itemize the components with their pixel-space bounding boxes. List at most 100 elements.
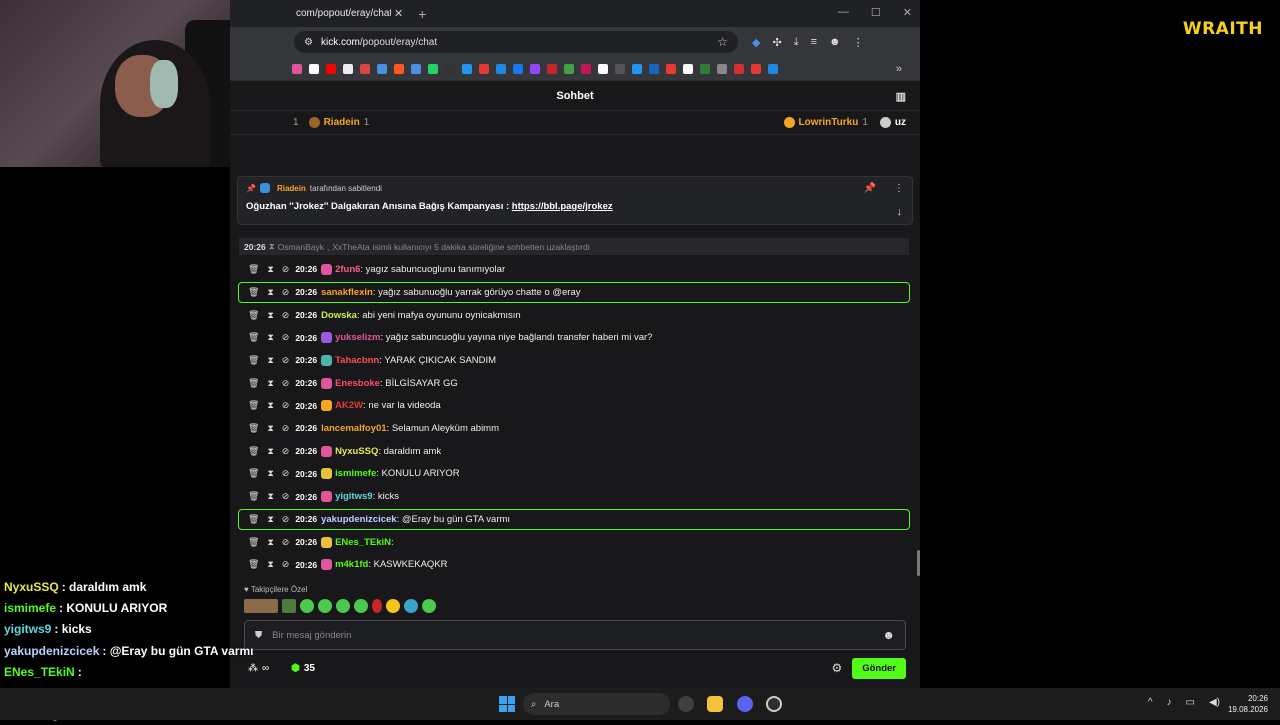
delete-icon[interactable]: 🗑 (248, 310, 259, 321)
unpin-icon[interactable]: 📌 (864, 183, 876, 194)
bookmark-icon[interactable] (479, 63, 489, 74)
leaderboard-entry[interactable]: Riadein 1 (308, 117, 369, 128)
delete-icon[interactable]: 🗑 (248, 332, 259, 343)
tab-close-icon[interactable]: ✕ (394, 7, 403, 20)
bookmark-icon[interactable] (615, 63, 625, 74)
gmail-icon[interactable] (360, 63, 370, 74)
bookmark-icon[interactable] (768, 63, 778, 74)
bookmark-icon[interactable] (581, 63, 591, 74)
timeout-icon[interactable]: ⧗ (267, 264, 273, 275)
media-icon[interactable]: ≡ (811, 36, 817, 49)
bookmark-icon[interactable] (445, 63, 455, 74)
chat-input[interactable]: ⛊ Bir mesaj gönderin ☻ (244, 620, 906, 650)
bookmark-icon[interactable] (496, 63, 506, 74)
bookmark-icon[interactable] (377, 63, 387, 74)
ban-icon[interactable]: ⊘ (282, 514, 290, 525)
emote[interactable] (372, 599, 382, 613)
tab-title[interactable]: com/popout/eray/chat (296, 8, 391, 19)
download-icon[interactable]: ⤓ (794, 36, 799, 49)
ban-icon[interactable]: ⊘ (282, 355, 290, 366)
timeout-icon[interactable]: ⧗ (267, 287, 273, 298)
emote[interactable] (386, 599, 400, 613)
notice-user[interactable]: OsmanBayk (278, 242, 324, 252)
message-username[interactable]: Dowska (321, 310, 357, 321)
leaderboard-icon[interactable]: ▥ (896, 90, 906, 103)
pinned-menu-icon[interactable]: ⋮ (894, 183, 904, 194)
message-username[interactable]: yigitws9 (335, 491, 373, 502)
emote[interactable] (318, 599, 332, 613)
timeout-icon[interactable]: ⧗ (267, 468, 273, 479)
app-icon[interactable] (766, 696, 782, 712)
bookmark-star-icon[interactable]: ☆ (717, 35, 728, 49)
menu-icon[interactable]: ⋮ (853, 36, 864, 49)
bookmark-icon[interactable] (462, 63, 472, 74)
message-username[interactable]: ENes_TEkiN (335, 537, 391, 548)
ban-icon[interactable]: ⊘ (282, 264, 290, 275)
new-tab-icon[interactable]: + (418, 6, 426, 22)
bookmark-icon[interactable] (649, 63, 659, 74)
google-icon[interactable] (343, 63, 353, 74)
message-username[interactable]: 2fun6 (335, 264, 360, 275)
timeout-icon[interactable]: ⧗ (267, 446, 273, 457)
ban-icon[interactable]: ⊘ (282, 446, 290, 457)
message-username[interactable]: yakupdenizcicek (321, 514, 397, 525)
timeout-icon[interactable]: ⧗ (267, 400, 273, 411)
delete-icon[interactable]: 🗑 (248, 537, 259, 548)
delete-icon[interactable]: 🗑 (248, 400, 259, 411)
emote[interactable] (404, 599, 418, 613)
timeout-icon[interactable]: ⧗ (267, 537, 273, 548)
emote[interactable] (354, 599, 368, 613)
message-username[interactable]: sanakflexin (321, 287, 373, 298)
emote[interactable] (336, 599, 350, 613)
bookmark-icon[interactable] (751, 63, 761, 74)
timeout-icon[interactable]: ⧗ (267, 310, 273, 321)
windows-start-icon[interactable] (499, 696, 515, 712)
delete-icon[interactable]: 🗑 (248, 446, 259, 457)
timeout-icon[interactable]: ⧗ (267, 559, 273, 570)
points-display[interactable]: ⬢ 35 (291, 663, 315, 674)
bookmark-icon[interactable] (683, 63, 693, 74)
timeout-icon[interactable]: ⧗ (267, 423, 273, 434)
message-username[interactable]: ismimefe (335, 468, 376, 479)
ban-icon[interactable]: ⊘ (282, 537, 290, 548)
delete-icon[interactable]: 🗑 (248, 378, 259, 389)
ban-icon[interactable]: ⊘ (282, 287, 290, 298)
emoji-picker-icon[interactable]: ☻ (882, 628, 895, 642)
extension-icon[interactable]: ◆ (752, 36, 760, 49)
delete-icon[interactable]: 🗑 (248, 355, 259, 366)
leaderboard-entry[interactable]: LowrinTurku 1 (783, 117, 868, 128)
ban-icon[interactable]: ⊘ (282, 423, 290, 434)
pinned-by-user[interactable]: Riadein (277, 184, 306, 193)
chrome-icon[interactable] (678, 696, 694, 712)
message-username[interactable]: m4k1fd (335, 559, 368, 570)
ban-icon[interactable]: ⊘ (282, 310, 290, 321)
timeout-icon[interactable]: ⧗ (267, 491, 273, 502)
site-info-icon[interactable]: ⚙ (304, 37, 313, 48)
bookmark-icon[interactable] (734, 63, 744, 74)
message-username[interactable]: Tahacbnn (335, 355, 379, 366)
puzzle-icon[interactable]: ✣ (772, 36, 781, 49)
bookmark-icon[interactable] (666, 63, 676, 74)
timeout-icon[interactable]: ⧗ (267, 355, 273, 366)
delete-icon[interactable]: 🗑 (248, 264, 259, 275)
timeout-icon[interactable]: ⧗ (267, 332, 273, 343)
x-icon[interactable] (309, 63, 319, 74)
taskbar-search[interactable]: ⌕ Ara (523, 693, 670, 715)
bookmark-icon[interactable] (564, 63, 574, 74)
profile-icon[interactable]: ☻ (829, 36, 841, 49)
delete-icon[interactable]: 🗑 (248, 423, 259, 434)
delete-icon[interactable]: 🗑 (248, 468, 259, 479)
ban-icon[interactable]: ⊘ (282, 491, 290, 502)
discord-icon[interactable] (737, 696, 753, 712)
maximize-icon[interactable]: ☐ (871, 6, 881, 19)
send-button[interactable]: Gönder (852, 657, 906, 679)
delete-icon[interactable]: 🗑 (248, 559, 259, 570)
bookmark-icon[interactable] (598, 63, 608, 74)
bookmark-icon[interactable] (547, 63, 557, 74)
display-icon[interactable]: ▭ (1186, 697, 1195, 708)
facebook-icon[interactable] (513, 63, 523, 74)
close-window-icon[interactable]: ✕ (903, 6, 912, 19)
emote[interactable] (422, 599, 436, 613)
notice-user[interactable]: XxTheAta (332, 242, 369, 252)
message-username[interactable]: AK2W (335, 400, 363, 411)
